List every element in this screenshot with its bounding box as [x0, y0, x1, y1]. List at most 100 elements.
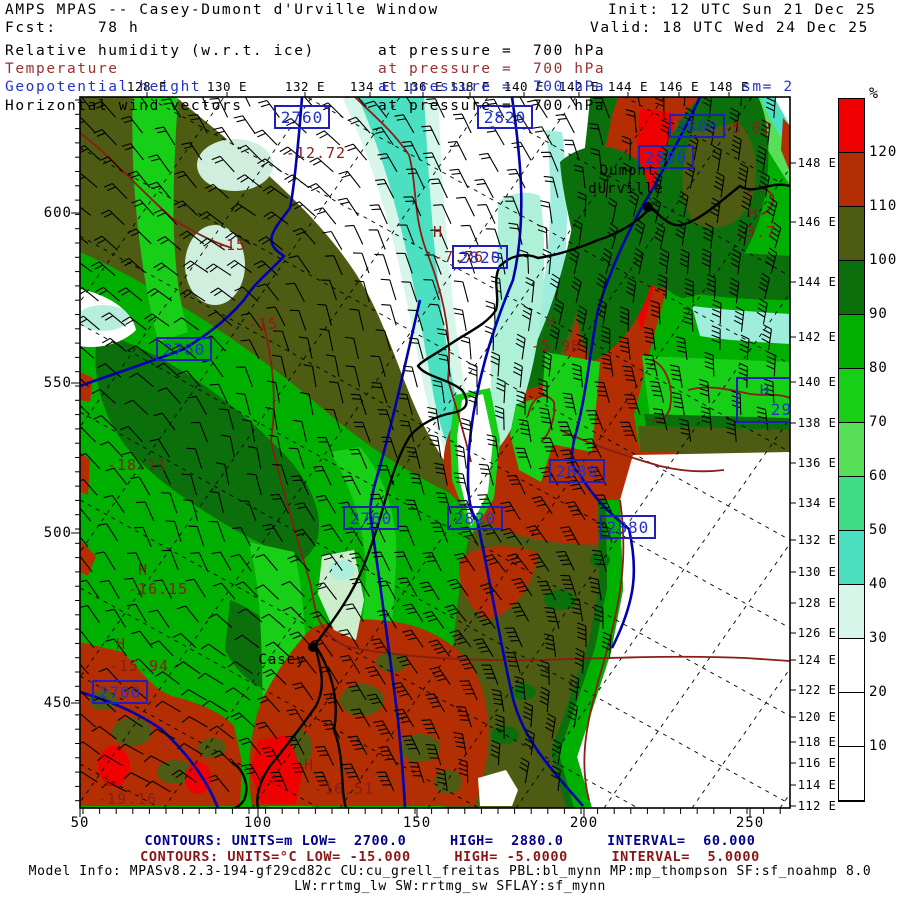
temperature-extremum-label: -15	[216, 236, 246, 254]
colorbar-segment	[839, 261, 864, 315]
top-longitude-label: 134 E	[350, 79, 390, 94]
temperature-extremum-label: -19.16	[97, 790, 157, 808]
colorbar-segment	[839, 531, 864, 585]
colorbar-segment	[839, 477, 864, 531]
y-axis-tick-label: 600	[32, 205, 72, 221]
init-time: Init: 12 UTC Sun 21 Dec 25	[608, 3, 877, 19]
top-longitude-label: 130 E	[207, 79, 247, 94]
colorbar-tick-label: 10	[869, 738, 888, 754]
top-longitude-label: 148 E	[709, 79, 749, 94]
colorbar-segment	[839, 153, 864, 207]
x-axis-tick-label: 200	[570, 815, 598, 831]
colorbar-tick-label: 20	[869, 684, 888, 700]
x-axis-tick-label: 100	[244, 815, 272, 831]
right-longitude-label: 120 E	[798, 710, 837, 724]
model-info-line1: Model Info: MPASv8.2.3-194-gf29cd82c CU:…	[0, 864, 900, 879]
colorbar-segment	[839, 315, 864, 369]
temperature-extremum-label: H	[116, 635, 126, 653]
colorbar-tick-label: 100	[869, 252, 897, 268]
temperature-extremum-label: -7.76	[434, 248, 484, 266]
temperature-extremum-label: -15	[248, 315, 278, 333]
colorbar-segment	[839, 369, 864, 423]
temperature-extremum-label: -12.72	[286, 144, 346, 162]
height-contour-label: 2880	[600, 515, 656, 539]
smoothing-note: sm= 2	[742, 80, 794, 96]
valid-time: Valid: 18 UTC Wed 24 Dec 25	[590, 21, 869, 37]
right-longitude-label: 140 E	[798, 375, 837, 389]
right-longitude-label: 146 E	[798, 215, 837, 229]
top-longitude-label: 132 E	[285, 79, 325, 94]
height-contour-label: 2760	[156, 337, 212, 361]
field-hgt-label: Geopotential height	[5, 80, 201, 96]
model-info-line2: LW:rrtmg_lw SW:rrtmg_sw SFLAY:sf_mynn	[0, 879, 900, 894]
right-longitude-label: 116 E	[798, 756, 837, 770]
colorbar-segment	[839, 207, 864, 261]
temperature-extremum-label: -16.51	[314, 780, 374, 798]
top-longitude-label: 136 E	[403, 79, 443, 94]
station-label-dumont: Dumont	[600, 163, 657, 179]
right-longitude-label: 112 E	[798, 799, 837, 813]
colorbar-tick-label: 30	[869, 630, 888, 646]
right-longitude-label: 138 E	[798, 416, 837, 430]
field-temp-label: Temperature	[5, 62, 119, 78]
temperature-extremum-label: H	[546, 313, 556, 331]
temperature-extremum-label: -15.94	[109, 657, 169, 675]
temperature-extremum-label: H	[748, 204, 758, 222]
temperature-extremum-label: -18.11	[107, 456, 167, 474]
top-longitude-label: 140 E	[504, 79, 544, 94]
colorbar-tick-label: 110	[869, 198, 897, 214]
height-contour-label: 2760	[274, 105, 330, 129]
colorbar-segment	[839, 423, 864, 477]
station-label-casey: Casey	[258, 652, 305, 668]
top-longitude-label: 128 E	[127, 79, 167, 94]
colorbar-tick-label: 80	[869, 360, 888, 376]
colorbar-tick-label: 40	[869, 576, 888, 592]
colorbar-tick-label: 60	[869, 468, 888, 484]
colorbar-segment	[839, 585, 864, 639]
right-longitude-label: 124 E	[798, 653, 837, 667]
height-contour-label: 2820	[447, 506, 503, 530]
field-rh-level: at pressure = 700 hPa	[378, 44, 605, 60]
contour-info-temp: CONTOURS: UNITS=°C LOW= -15.000 HIGH= -5…	[0, 849, 900, 865]
top-longitude-label: 144 E	[608, 79, 648, 94]
height-contour-label: 2820	[477, 105, 533, 129]
y-axis-tick-label: 550	[32, 375, 72, 391]
colorbar-segment	[839, 639, 864, 693]
station-label-dumont2: dUrville	[588, 181, 663, 197]
x-axis-tick-label: 250	[736, 815, 764, 831]
x-axis-tick-label: 50	[71, 815, 90, 831]
contour-info-height: CONTOURS: UNITS=m LOW= 2700.0 HIGH= 2880…	[0, 833, 900, 849]
right-longitude-label: 144 E	[798, 275, 837, 289]
right-longitude-label: 114 E	[798, 778, 837, 792]
height-contour-label: 2700	[92, 680, 148, 704]
colorbar	[838, 98, 865, 802]
colorbar-tick-label: 50	[869, 522, 888, 538]
temperature-extremum-label: L	[105, 772, 115, 790]
y-axis-tick-label: 500	[32, 525, 72, 541]
right-longitude-label: 130 E	[798, 565, 837, 579]
temperature-extremum-label: -5.02	[722, 119, 772, 137]
colorbar-segment	[839, 99, 864, 153]
temperature-extremum-label: -5.98	[531, 337, 581, 355]
height-contour-label: 2880	[669, 114, 725, 138]
right-longitude-label: 122 E	[798, 683, 837, 697]
right-longitude-label: 126 E	[798, 626, 837, 640]
right-longitude-label: 132 E	[798, 533, 837, 547]
height-contour-label: 2880	[549, 459, 605, 483]
right-longitude-label: 148 E	[798, 156, 837, 170]
y-axis-tick-label: 450	[32, 695, 72, 711]
amps-mpas-plot: 120110100908070605040302010 % 2760282028…	[0, 0, 900, 900]
colorbar-tick-label: 120	[869, 144, 897, 160]
right-longitude-label: 118 E	[798, 735, 837, 749]
plot-title: AMPS MPAS -- Casey-Dumont d'Urville Wind…	[5, 3, 439, 19]
colorbar-segment	[839, 693, 864, 747]
height-contour-label: 2760	[343, 506, 399, 530]
field-rh-label: Relative humidity (w.r.t. ice)	[5, 44, 315, 60]
temperature-extremum-label: H	[433, 223, 443, 241]
colorbar-tick-label: 70	[869, 414, 888, 430]
top-longitude-label: 138 E	[450, 79, 490, 94]
right-longitude-label: 142 E	[798, 330, 837, 344]
x-axis-tick-label: 150	[403, 815, 431, 831]
height-max-label: H29	[736, 377, 790, 423]
right-longitude-label: 128 E	[798, 596, 837, 610]
